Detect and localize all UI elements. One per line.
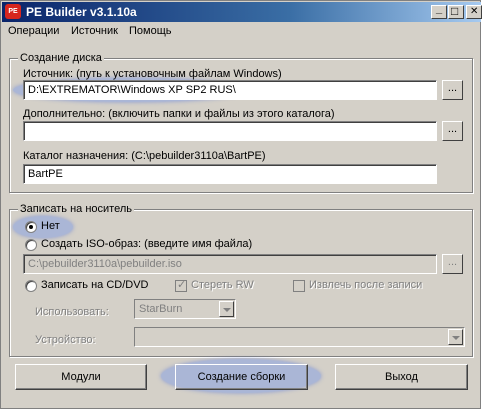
chevron-down-icon	[448, 329, 463, 345]
build-button[interactable]: Создание сборки	[175, 364, 308, 390]
menu-help[interactable]: Помощь	[129, 25, 172, 37]
modules-button[interactable]: Модули	[15, 364, 147, 390]
maximize-button[interactable]: □	[448, 4, 464, 19]
minimize-button[interactable]: _	[431, 3, 447, 19]
burner-select[interactable]: StarBurn	[134, 299, 236, 319]
eject-after-label: Извлечь после записи	[309, 279, 423, 291]
burner-select-value: StarBurn	[139, 303, 183, 315]
source-label: Источник: (путь к установочным файлам Wi…	[23, 68, 282, 80]
menu-bar: Операции Источник Помощь	[2, 22, 481, 40]
erase-rw-checkbox[interactable]	[175, 278, 187, 292]
main-window: PE PE Builder v3.1.10a _ □ ✕ Операции Ис…	[0, 0, 482, 409]
menu-operations[interactable]: Операции	[8, 25, 59, 37]
eject-after-checkbox[interactable]	[293, 280, 305, 292]
menu-source[interactable]: Источник	[71, 25, 118, 37]
erase-rw-label: Стереть RW	[191, 279, 254, 291]
pe-builder-icon: PE	[5, 4, 21, 19]
window-title: PE Builder v3.1.10a	[26, 5, 137, 19]
target-path-input[interactable]: BartPE	[23, 164, 437, 184]
extra-path-input[interactable]	[23, 121, 437, 141]
target-label: Каталог назначения: (C:\pebuilder3110a\B…	[23, 150, 266, 162]
minimize-icon: _	[436, 3, 443, 15]
radio-selected-dot	[29, 225, 33, 229]
media-group-legend: Записать на носитель	[18, 203, 134, 215]
device-select[interactable]	[134, 327, 465, 347]
source-path-input[interactable]: D:\EXTREMATOR\Windows XP SP2 RUS\	[23, 80, 437, 100]
device-label: Устройство:	[35, 334, 96, 346]
radio-none[interactable]	[25, 221, 37, 233]
extra-browse-button[interactable]: ...	[442, 121, 463, 141]
radio-none-label[interactable]: Нет	[41, 220, 60, 232]
iso-browse-button[interactable]: ...	[442, 254, 463, 274]
radio-iso-label[interactable]: Создать ISO-образ: (введите имя файла)	[41, 238, 252, 250]
radio-burn-cd[interactable]	[25, 280, 37, 292]
close-button[interactable]: ✕	[466, 5, 482, 19]
iso-path-input[interactable]: C:\pebuilder3110a\pebuilder.iso	[23, 254, 437, 274]
radio-burn-cd-label[interactable]: Записать на CD/DVD	[41, 279, 148, 291]
disk-group-legend: Создание диска	[18, 52, 104, 64]
title-bar[interactable]: PE PE Builder v3.1.10a _ □ ✕	[2, 2, 482, 22]
source-browse-button[interactable]: ...	[442, 80, 463, 100]
maximize-icon: □	[451, 4, 459, 18]
radio-iso[interactable]	[25, 239, 37, 251]
exit-button[interactable]: Выход	[335, 364, 468, 390]
chevron-down-icon	[219, 301, 234, 317]
use-label: Использовать:	[35, 306, 109, 318]
extra-label: Дополнительно: (включить папки и файлы и…	[23, 108, 335, 120]
close-icon: ✕	[470, 6, 479, 17]
